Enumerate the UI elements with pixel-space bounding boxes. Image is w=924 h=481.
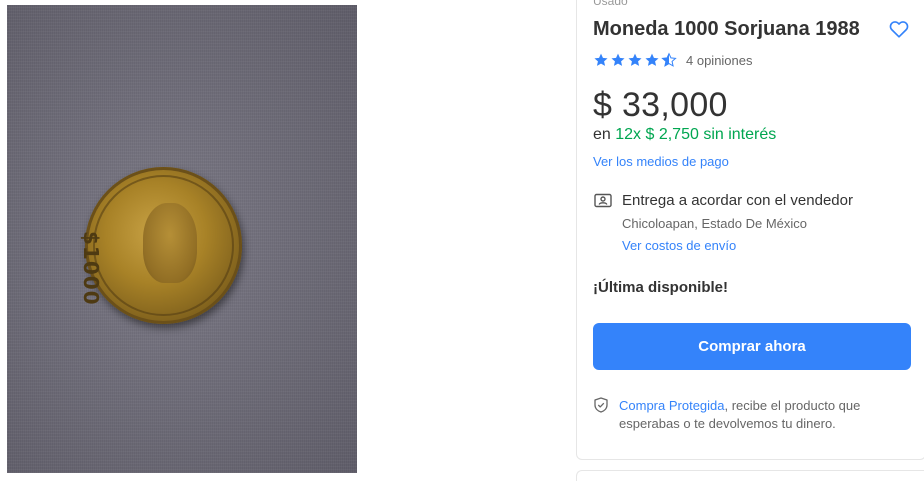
star-icon	[610, 52, 626, 68]
heart-icon[interactable]	[888, 18, 910, 40]
person-card-icon	[594, 193, 612, 209]
half-star-icon	[661, 52, 677, 68]
coin-denomination: $1000	[79, 231, 103, 306]
installments-plan: 12x $ 2,750 sin interés	[615, 126, 777, 143]
coin-image: $1000	[79, 167, 242, 324]
condition-label: Usado	[593, 0, 628, 8]
shipping-costs-link[interactable]: Ver costos de envío	[622, 238, 736, 253]
payment-methods-link[interactable]: Ver los medios de pago	[593, 154, 729, 169]
purchase-protection: Compra Protegida, recibe el producto que…	[619, 397, 909, 433]
product-title: Moneda 1000 Sorjuana 1988	[593, 18, 860, 40]
star-icon	[627, 52, 643, 68]
reviews-count: 4 opiniones	[686, 52, 753, 68]
star-icon	[593, 52, 609, 68]
star-icon	[644, 52, 660, 68]
shield-check-icon	[594, 397, 608, 413]
buy-now-button[interactable]: Comprar ahora	[593, 323, 911, 370]
rating-row[interactable]: 4 opiniones	[593, 52, 753, 68]
protected-purchase-link[interactable]: Compra Protegida	[619, 398, 725, 413]
installments: en 12x $ 2,750 sin interés	[593, 126, 776, 144]
installments-prefix: en	[593, 126, 611, 143]
star-rating	[593, 52, 677, 68]
delivery-location: Chicoloapan, Estado De México	[622, 216, 807, 231]
coin-portrait	[143, 203, 197, 283]
price: $ 33,000	[593, 86, 728, 124]
product-image[interactable]: $1000	[7, 5, 357, 473]
delivery-title: Entrega a acordar con el vendedor	[622, 192, 853, 209]
stock-label: ¡Última disponible!	[593, 279, 728, 296]
